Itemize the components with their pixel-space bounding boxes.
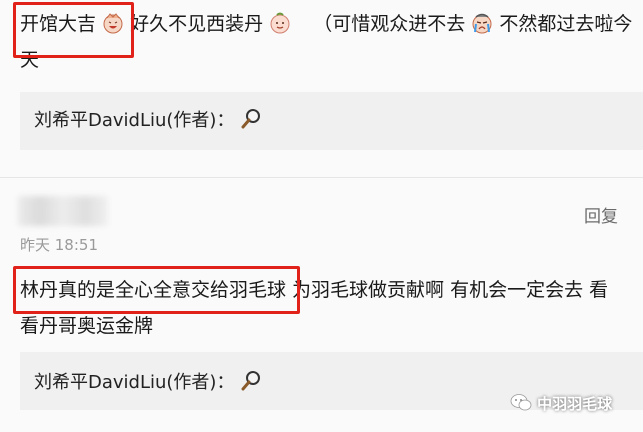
wechat-icon: [510, 394, 532, 411]
author-reply-2-text: 刘希平DavidLiu(作者)：: [34, 372, 235, 393]
author-reply-1: 刘希平DavidLiu(作者)：: [34, 108, 262, 133]
comment-2-line-2: 看丹哥奥运金牌: [20, 315, 154, 337]
watermark-text: 中羽羽毛球: [537, 395, 613, 413]
author-reply-box-1: 刘希平DavidLiu(作者)：: [20, 92, 643, 150]
magnifier-icon: [241, 109, 261, 129]
comment-1-text-c: （可惜观众进不去: [313, 13, 466, 35]
highlight-box-1: [13, 2, 134, 58]
divider: [0, 177, 643, 178]
emoji-cry-icon: [472, 13, 492, 34]
blurred-username: [18, 196, 108, 226]
highlight-box-2: [13, 266, 300, 314]
magnifier-icon: [241, 371, 261, 391]
comment-1-text-b: 好久不见西装丹: [130, 13, 264, 35]
author-reply-1-text: 刘希平DavidLiu(作者)：: [34, 110, 235, 131]
emoji-smile-icon: [270, 12, 290, 34]
comment-2-time: 昨天 18:51: [20, 236, 98, 254]
watermark: 中羽羽毛球: [510, 393, 612, 414]
reply-link[interactable]: 回复: [584, 202, 618, 227]
author-reply-2: 刘希平DavidLiu(作者)：: [34, 370, 262, 395]
comment-1-text-d: 不然都过去啦今: [499, 13, 633, 35]
